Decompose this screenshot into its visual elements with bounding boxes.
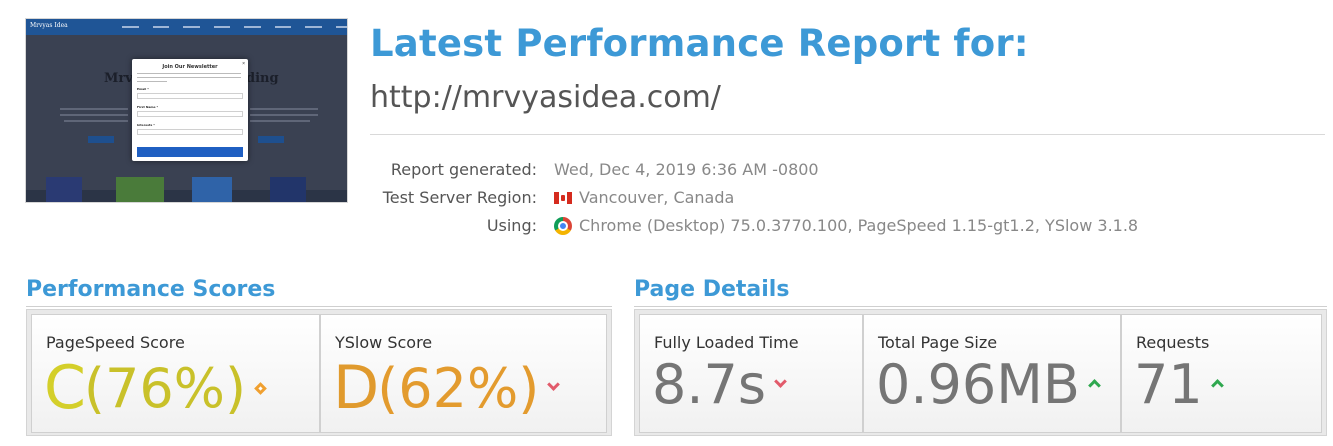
canada-flag-icon bbox=[554, 191, 572, 204]
thumbnail-submit-button bbox=[137, 147, 243, 157]
thumbnail-field-label: Email * bbox=[137, 87, 149, 91]
thumbnail-navbar: Mrvyas Idea bbox=[26, 19, 347, 35]
site-screenshot-thumbnail[interactable]: Mrvyas Idea Mrv ding × Join Our Newslett… bbox=[25, 18, 348, 203]
using-row: Using: Chrome (Desktop) 75.0.3770.100, P… bbox=[370, 216, 1310, 240]
yslow-grade: D bbox=[333, 353, 379, 423]
report-url-link[interactable]: http://mrvyasidea.com/ bbox=[370, 80, 721, 115]
report-generated-label: Report generated: bbox=[390, 160, 537, 179]
test-server-region-text: Vancouver, Canada bbox=[579, 188, 735, 207]
page-details-heading: Page Details bbox=[634, 277, 790, 302]
test-server-region-value: Vancouver, Canada bbox=[554, 188, 734, 207]
performance-scores-heading: Performance Scores bbox=[26, 277, 276, 302]
page-details-panel: Fully Loaded Time 8.7s Total Page Size 0… bbox=[634, 309, 1327, 436]
requests-label: Requests bbox=[1136, 333, 1210, 352]
yslow-score-card[interactable]: YSlow Score D (62%) bbox=[320, 314, 607, 433]
yslow-score-label: YSlow Score bbox=[335, 333, 433, 352]
pagespeed-percent: (76%) bbox=[83, 356, 247, 420]
page-details-rule bbox=[634, 306, 1327, 307]
neutral-trend-icon bbox=[254, 381, 267, 395]
thumbnail-tile bbox=[270, 177, 306, 202]
using-label: Using: bbox=[486, 216, 537, 235]
test-server-region-label: Test Server Region: bbox=[382, 188, 537, 207]
performance-scores-rule bbox=[26, 306, 612, 307]
thumbnail-modal-title: Join Our Newsletter bbox=[162, 64, 218, 70]
using-text: Chrome (Desktop) 75.0.3770.100, PageSpee… bbox=[579, 216, 1139, 235]
thumbnail-tile bbox=[116, 177, 164, 202]
trend-down-icon bbox=[774, 379, 786, 391]
fully-loaded-time-label: Fully Loaded Time bbox=[654, 333, 799, 352]
requests-card[interactable]: Requests 71 bbox=[1121, 314, 1322, 433]
yslow-percent: (62%) bbox=[377, 356, 540, 420]
trend-up-icon bbox=[1088, 379, 1100, 391]
fully-loaded-time-card[interactable]: Fully Loaded Time 8.7s bbox=[639, 314, 863, 433]
total-page-size-label: Total Page Size bbox=[878, 333, 998, 352]
performance-scores-panel: PageSpeed Score C (76%) YSlow Score D (6… bbox=[26, 309, 612, 436]
pagespeed-score-label: PageSpeed Score bbox=[46, 333, 185, 352]
total-page-size-number: 0.96MB bbox=[876, 353, 1080, 416]
header-divider bbox=[370, 134, 1325, 135]
trend-up-icon bbox=[1211, 379, 1223, 391]
test-server-region-row: Test Server Region: Vancouver, Canada bbox=[370, 188, 1310, 212]
pagespeed-score-value: C (76%) bbox=[44, 353, 267, 423]
thumbnail-hero-title-left: Mrv bbox=[104, 71, 133, 86]
chrome-icon bbox=[554, 216, 572, 235]
thumbnail-field-label: First Name * bbox=[137, 105, 159, 109]
pagespeed-score-card[interactable]: PageSpeed Score C (76%) bbox=[31, 314, 320, 433]
requests-number: 71 bbox=[1134, 353, 1203, 416]
thumbnail-hero-title-right: ding bbox=[246, 71, 279, 86]
total-page-size-card[interactable]: Total Page Size 0.96MB bbox=[863, 314, 1121, 433]
report-generated-text: Wed, Dec 4, 2019 6:36 AM -0800 bbox=[554, 160, 819, 179]
thumbnail-site-logo: Mrvyas Idea bbox=[30, 22, 68, 29]
yslow-score-value: D (62%) bbox=[333, 353, 559, 423]
total-page-size-value: 0.96MB bbox=[876, 353, 1100, 416]
trend-down-icon bbox=[547, 382, 559, 394]
using-value: Chrome (Desktop) 75.0.3770.100, PageSpee… bbox=[554, 216, 1138, 235]
thumbnail-newsletter-modal: × Join Our Newsletter Email * First Name… bbox=[132, 59, 248, 161]
thumbnail-nav-links bbox=[122, 19, 347, 35]
report-generated-value: Wed, Dec 4, 2019 6:36 AM -0800 bbox=[554, 160, 819, 179]
fully-loaded-time-value: 8.7s bbox=[652, 353, 786, 416]
requests-value: 71 bbox=[1134, 353, 1223, 416]
pagespeed-grade: C bbox=[44, 353, 86, 423]
report-generated-row: Report generated: Wed, Dec 4, 2019 6:36 … bbox=[370, 160, 1310, 184]
report-title: Latest Performance Report for: bbox=[370, 22, 1029, 65]
thumbnail-tile bbox=[192, 177, 232, 202]
fully-loaded-time-number: 8.7s bbox=[652, 353, 767, 416]
thumbnail-tile bbox=[46, 177, 82, 202]
thumbnail-field-label: Interests * bbox=[137, 123, 155, 127]
